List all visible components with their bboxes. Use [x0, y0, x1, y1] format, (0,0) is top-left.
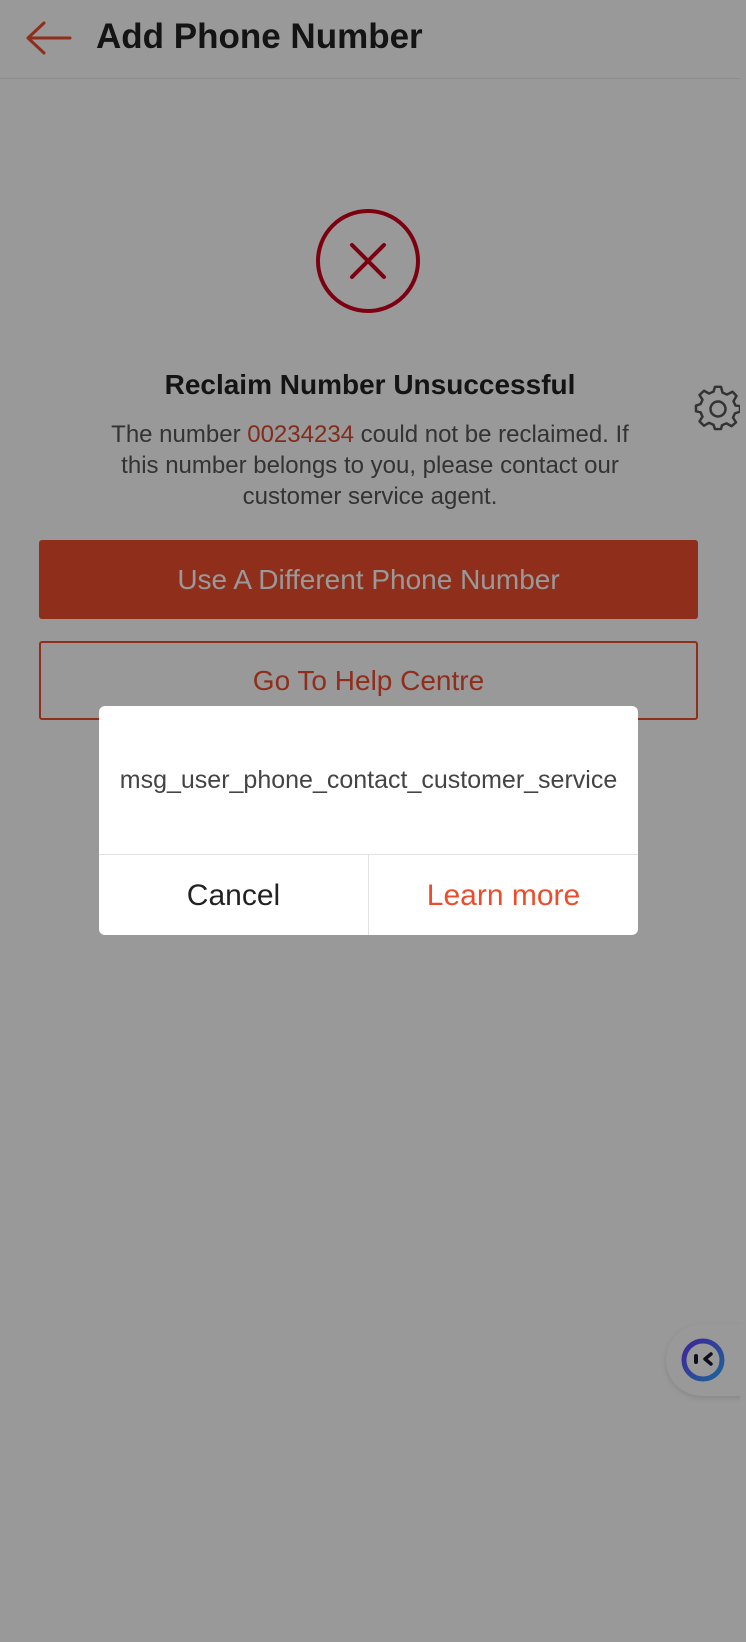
- cancel-button[interactable]: Cancel: [99, 855, 369, 935]
- learn-more-button[interactable]: Learn more: [369, 855, 638, 935]
- modal-overlay[interactable]: msg_user_phone_contact_customer_service …: [0, 0, 746, 1642]
- dialog-actions: Cancel Learn more: [99, 854, 638, 935]
- contact-service-dialog: msg_user_phone_contact_customer_service …: [99, 706, 638, 935]
- dialog-message: msg_user_phone_contact_customer_service: [119, 765, 618, 794]
